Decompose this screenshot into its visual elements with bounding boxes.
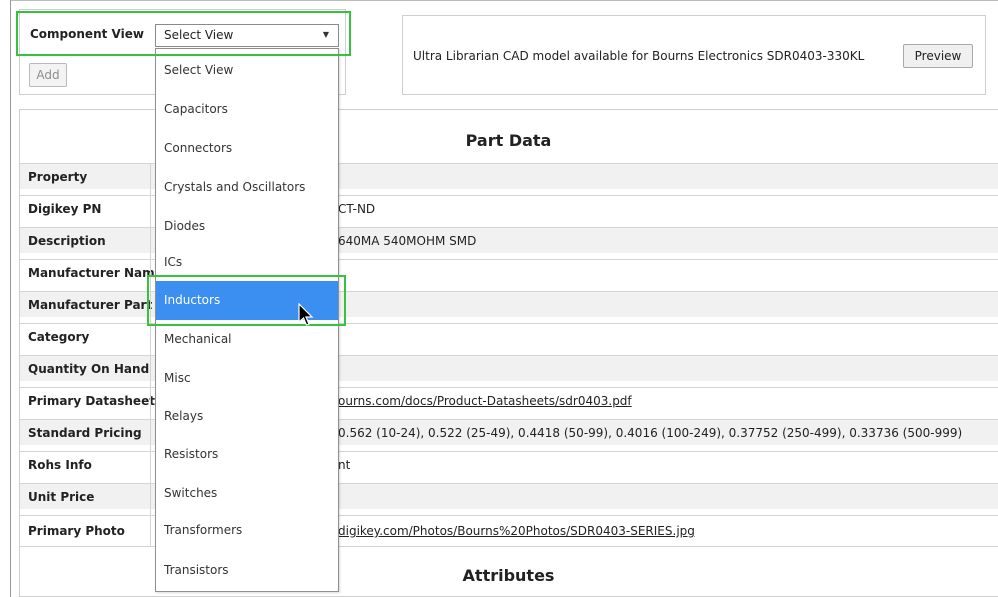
option-select-view[interactable]: Select View xyxy=(156,51,338,90)
component-view-label: Component View xyxy=(30,27,144,41)
option-switches[interactable]: Switches xyxy=(156,474,338,513)
option-connectors[interactable]: Connectors xyxy=(156,129,338,168)
row-key: Description xyxy=(28,234,106,248)
component-view-select[interactable]: Select View ▼ xyxy=(155,24,339,47)
datasheet-link[interactable]: ourns.com/docs/Product-Datasheets/sdr040… xyxy=(338,394,632,408)
row-key: Manufacturer Name xyxy=(28,266,163,280)
row-key: Quantity On Hand xyxy=(28,362,150,376)
dropdown-arrow-icon: ▼ xyxy=(322,30,329,39)
row-key: Manufacturer Part xyxy=(28,298,153,312)
option-diodes[interactable]: Diodes xyxy=(156,207,338,246)
preview-button[interactable]: Preview xyxy=(903,44,973,68)
option-relays[interactable]: Relays xyxy=(156,397,338,436)
mouse-cursor-icon xyxy=(298,303,314,326)
option-misc[interactable]: Misc xyxy=(156,359,338,398)
row-key: Digikey PN xyxy=(28,202,102,216)
option-capacitors[interactable]: Capacitors xyxy=(156,90,338,129)
add-button[interactable]: Add xyxy=(29,63,67,87)
option-transformers[interactable]: Transformers xyxy=(156,511,338,550)
photo-link[interactable]: digikey.com/Photos/Bourns%20Photos/SDR04… xyxy=(338,524,695,538)
row-key: Category xyxy=(28,330,90,344)
cad-model-text: Ultra Librarian CAD model available for … xyxy=(413,49,865,63)
row-key: Primary Photo xyxy=(28,524,125,538)
row-key: Unit Price xyxy=(28,490,95,504)
row-value: nt xyxy=(338,458,351,472)
row-value: 640MA 540MOHM SMD xyxy=(338,234,477,248)
row-key: Rohs Info xyxy=(28,458,92,472)
option-crystals-and-oscillators[interactable]: Crystals and Oscillators xyxy=(156,168,338,207)
option-ics[interactable]: ICs xyxy=(156,243,338,282)
table-column-divider xyxy=(150,163,151,547)
row-value: 0.562 (10-24), 0.522 (25-49), 0.4418 (50… xyxy=(338,426,963,440)
component-view-selected-value: Select View xyxy=(164,28,234,42)
row-key: Property xyxy=(28,170,88,184)
frame-top-border xyxy=(10,0,998,1)
option-transistors[interactable]: Transistors xyxy=(156,551,338,590)
row-key: Primary Datasheet xyxy=(28,394,155,408)
frame-left-border xyxy=(10,0,11,597)
option-resistors[interactable]: Resistors xyxy=(156,435,338,474)
row-value: CT-ND xyxy=(338,202,376,216)
row-key: Standard Pricing xyxy=(28,426,142,440)
